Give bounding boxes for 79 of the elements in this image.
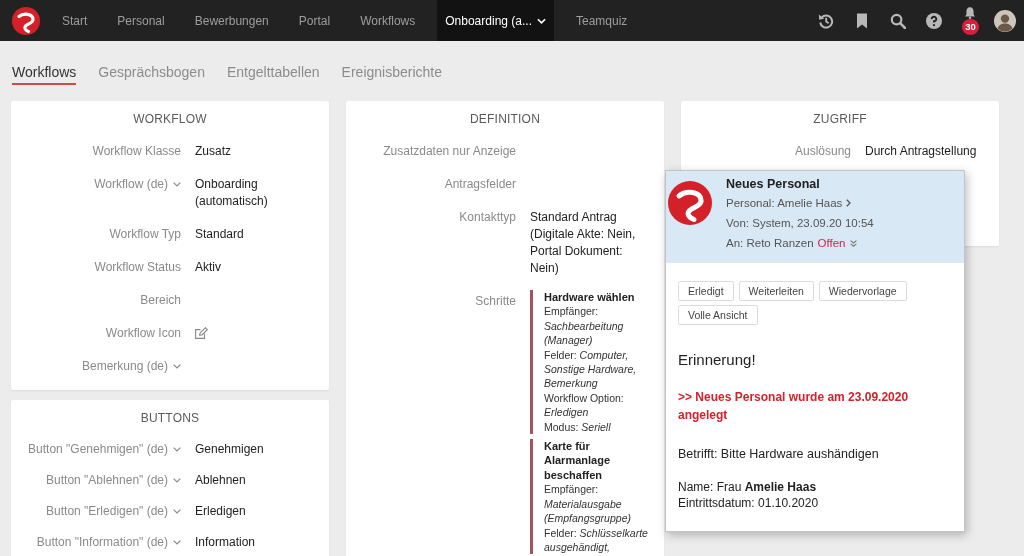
field-label: Bereich [140,292,181,309]
chevron-right-icon [846,199,852,207]
field-label: Antragsfelder [444,176,516,193]
step-title: Hardware wählen [544,290,635,305]
card-title: DEFINITION [470,111,540,127]
field-value: Erledigen [195,503,246,520]
field-label: Schritte [475,293,516,310]
field-value: Standard Antrag (Digitale Akte: Nein, Portal Dokument: Nein) [530,209,637,277]
field-value: Ablehnen [195,472,246,489]
help-icon[interactable] [926,12,942,29]
action-button[interactable]: Wiedervorlage [818,281,907,301]
field-label: Button "Erledigen" (de) [46,503,168,520]
tab[interactable]: Workflows [12,62,77,85]
card-title: ZUGRIFF [813,111,867,127]
chevron-down-icon[interactable] [173,447,181,452]
step-detail: Modus: Seriell [544,419,611,435]
nav-item[interactable]: Bewerbungen [186,0,277,41]
status-text: Offen [817,236,846,251]
field-label: Auslösung [794,143,851,160]
field-value: Onboarding (automatisch) [195,176,269,210]
chevron-down-icon[interactable] [173,509,181,514]
message-heading: Erinnerung! [678,351,756,369]
field-label: Workflow (de) [94,176,168,193]
field-value: Information [195,534,256,551]
step-detail: Felder: Computer, Sonstige Hardware, Bemerkung [544,347,638,391]
field-label: Button "Ablehnen" (de) [46,472,168,489]
logo-icon[interactable] [12,6,40,35]
logo-icon [668,181,712,225]
double-chevron-down-icon[interactable] [849,239,857,247]
nav-item[interactable]: Teamquiz [568,0,636,41]
step-detail: Felder: Schlüsselkarte ausgehändigt, [544,525,649,555]
chevron-down-icon[interactable] [173,182,181,187]
action-button[interactable]: Volle Ansicht [678,305,758,325]
step-detail: Workflow Option: Erledigen [544,390,625,420]
field-label: Workflow Status [94,259,181,276]
field-label: Workflow Klasse [92,143,181,160]
bell-icon[interactable] [964,6,976,19]
notification-badge[interactable]: 30 [962,18,979,35]
bookmark-icon[interactable] [854,12,870,29]
step-detail: Empfänger: Sachbearbeitung (Manager) [544,304,625,348]
caret-down-icon[interactable] [537,17,546,24]
field-label: Button "Genehmigen" (de) [28,441,168,458]
action-button[interactable]: Weiterleiten [738,281,814,301]
action-button[interactable]: Erledigt [678,281,734,301]
sender-text: Von: System, 23.09.20 10:54 [726,216,874,231]
edit-icon[interactable] [195,327,208,339]
field-label: Zusatzdaten nur Anzeige [383,143,516,160]
chevron-down-icon[interactable] [173,540,181,545]
field-label: Workflow Icon [105,325,181,342]
field-label: Kontakttyp [459,209,516,226]
detail-line: Eintrittsdatum: 01.10.2020 [678,495,819,511]
nav-item[interactable]: Workflows [352,0,424,41]
field-value: Aktiv [195,259,221,276]
employee-link[interactable]: Personal: Amelie Haas [726,193,852,213]
card-title: BUTTONS [140,410,200,426]
notification-title: Neues Personal [726,176,820,193]
nav-item[interactable]: Portal [290,0,339,41]
field-label: Button "Information" (de) [36,534,168,551]
avatar-icon[interactable] [994,9,1016,32]
alert-text: >> Neues Personal wurde am 23.09.2020 angelegt [678,389,910,424]
field-value: Standard [195,226,244,243]
step-detail: Empfänger: Materialausgabe (Empfangsgruppe) [544,482,632,526]
field-label: Bemerkung (de) [81,358,168,375]
history-icon[interactable] [818,12,834,29]
nav-item[interactable]: Onboarding (a... [437,0,554,41]
detail-line: Name: Frau Amelie Haas [678,479,817,495]
field-value: Durch Antragstellung [865,143,977,160]
step-title: Karte für Alarmanlage beschaffen [544,439,612,483]
card-title: WORKFLOW [133,111,207,127]
chevron-down-icon[interactable] [173,364,181,369]
subject-text: Betrifft: Bitte Hardware aushändigen [678,446,879,462]
field-value: Zusatz [195,143,231,160]
search-icon[interactable] [890,12,906,29]
field-label: Workflow Typ [109,226,181,243]
chevron-down-icon[interactable] [173,478,181,483]
nav-item[interactable]: Personal [109,0,173,41]
nav-item[interactable]: Start [54,0,96,41]
field-value: Genehmigen [195,441,264,458]
recipient-text: An: Reto Ranzen [726,236,814,251]
